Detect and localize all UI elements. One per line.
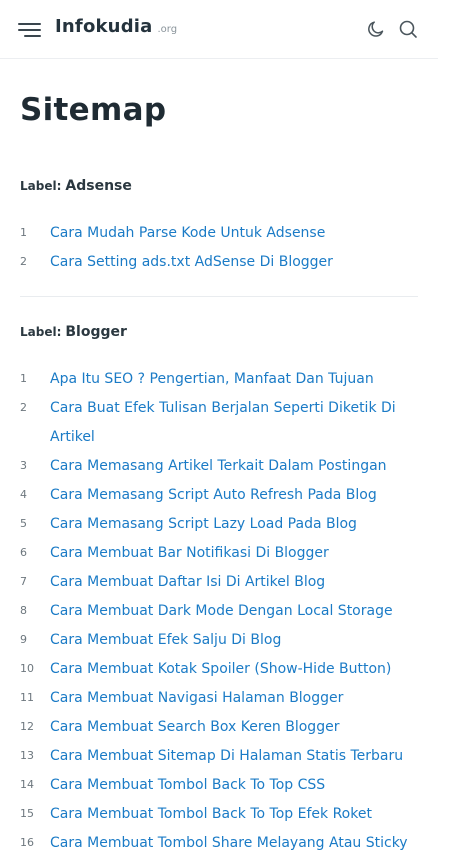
list-item: 6 Cara Membuat Bar Notifikasi Di Blogger <box>20 538 418 567</box>
item-number: 6 <box>20 546 27 559</box>
post-list: 1 Cara Mudah Parse Kode Untuk Adsense 2 … <box>20 218 418 276</box>
list-item: 11 Cara Membuat Navigasi Halaman Blogger <box>20 683 418 712</box>
item-number: 5 <box>20 517 27 530</box>
list-item: 13 Cara Membuat Sitemap Di Halaman Stati… <box>20 741 418 770</box>
label-prefix: Label: <box>20 179 62 193</box>
list-item: 16 Cara Membuat Tombol Share Melayang At… <box>20 828 418 857</box>
brand-name[interactable]: Infokudia <box>55 16 153 37</box>
item-number: 4 <box>20 488 27 501</box>
item-number: 13 <box>20 749 34 762</box>
list-item: 1 Cara Mudah Parse Kode Untuk Adsense <box>20 218 418 247</box>
post-link[interactable]: Cara Membuat Bar Notifikasi Di Blogger <box>50 545 329 561</box>
item-number: 16 <box>20 836 34 849</box>
list-item: 2 Cara Setting ads.txt AdSense Di Blogge… <box>20 247 418 276</box>
item-number: 3 <box>20 459 27 472</box>
menu-icon[interactable] <box>18 20 42 40</box>
item-number: 7 <box>20 575 27 588</box>
list-item: 4 Cara Memasang Script Auto Refresh Pada… <box>20 480 418 509</box>
item-number: 2 <box>20 255 27 268</box>
post-link[interactable]: Cara Membuat Sitemap Di Halaman Statis T… <box>50 748 403 764</box>
item-number: 15 <box>20 807 34 820</box>
site-brand[interactable]: Infokudia .org <box>55 16 177 37</box>
post-link[interactable]: Cara Membuat Dark Mode Dengan Local Stor… <box>50 603 393 619</box>
section-heading: Label: Blogger <box>20 324 418 344</box>
post-link[interactable]: Cara Membuat Kotak Spoiler (Show-Hide Bu… <box>50 661 391 677</box>
brand-tld: .org <box>157 24 178 35</box>
item-number: 10 <box>20 662 34 675</box>
list-item: 9 Cara Membuat Efek Salju Di Blog <box>20 625 418 654</box>
post-link[interactable]: Cara Membuat Efek Salju Di Blog <box>50 632 281 648</box>
post-link[interactable]: Cara Memasang Script Lazy Load Pada Blog <box>50 516 357 532</box>
post-link[interactable]: Apa Itu SEO ? Pengertian, Manfaat Dan Tu… <box>50 371 374 387</box>
label-name: Adsense <box>65 178 132 194</box>
label-section-blogger: Label: Blogger 1 Apa Itu SEO ? Pengertia… <box>20 324 418 851</box>
post-link[interactable]: Cara Membuat Tombol Share Melayang Atau … <box>50 835 408 851</box>
post-list: 1 Apa Itu SEO ? Pengertian, Manfaat Dan … <box>20 364 418 857</box>
post-link[interactable]: Cara Mudah Parse Kode Untuk Adsense <box>50 225 325 241</box>
label-name: Blogger <box>65 324 127 340</box>
item-number: 8 <box>20 604 27 617</box>
site-header: Infokudia .org <box>0 0 438 59</box>
list-item: 3 Cara Memasang Artikel Terkait Dalam Po… <box>20 451 418 480</box>
moon-icon[interactable] <box>365 18 387 40</box>
list-item: 2 Cara Buat Efek Tulisan Berjalan Sepert… <box>20 393 418 451</box>
item-number: 1 <box>20 372 27 385</box>
post-link[interactable]: Cara Buat Efek Tulisan Berjalan Seperti … <box>50 400 396 445</box>
label-section-adsense: Label: Adsense 1 Cara Mudah Parse Kode U… <box>20 178 418 297</box>
list-item: 14 Cara Membuat Tombol Back To Top CSS <box>20 770 418 799</box>
post-link[interactable]: Cara Setting ads.txt AdSense Di Blogger <box>50 254 333 270</box>
item-number: 1 <box>20 226 27 239</box>
list-item: 5 Cara Memasang Script Lazy Load Pada Bl… <box>20 509 418 538</box>
label-prefix: Label: <box>20 325 62 339</box>
item-number: 9 <box>20 633 27 646</box>
list-item: 1 Apa Itu SEO ? Pengertian, Manfaat Dan … <box>20 364 418 393</box>
post-link[interactable]: Cara Memasang Script Auto Refresh Pada B… <box>50 487 377 503</box>
item-number: 2 <box>20 401 27 414</box>
post-link[interactable]: Cara Membuat Tombol Back To Top CSS <box>50 777 325 793</box>
list-item: 10 Cara Membuat Kotak Spoiler (Show-Hide… <box>20 654 418 683</box>
post-link[interactable]: Cara Membuat Daftar Isi Di Artikel Blog <box>50 574 325 590</box>
list-item: 8 Cara Membuat Dark Mode Dengan Local St… <box>20 596 418 625</box>
section-divider <box>20 296 418 297</box>
item-number: 14 <box>20 778 34 791</box>
post-link[interactable]: Cara Membuat Search Box Keren Blogger <box>50 719 339 735</box>
post-link[interactable]: Cara Memasang Artikel Terkait Dalam Post… <box>50 458 387 474</box>
post-link[interactable]: Cara Membuat Navigasi Halaman Blogger <box>50 690 343 706</box>
page-title: Sitemap <box>20 92 167 128</box>
section-heading: Label: Adsense <box>20 178 418 198</box>
item-number: 11 <box>20 691 34 704</box>
list-item: 15 Cara Membuat Tombol Back To Top Efek … <box>20 799 418 828</box>
post-link[interactable]: Cara Membuat Tombol Back To Top Efek Rok… <box>50 806 372 822</box>
list-item: 7 Cara Membuat Daftar Isi Di Artikel Blo… <box>20 567 418 596</box>
search-icon[interactable] <box>397 18 419 40</box>
list-item: 12 Cara Membuat Search Box Keren Blogger <box>20 712 418 741</box>
item-number: 12 <box>20 720 34 733</box>
